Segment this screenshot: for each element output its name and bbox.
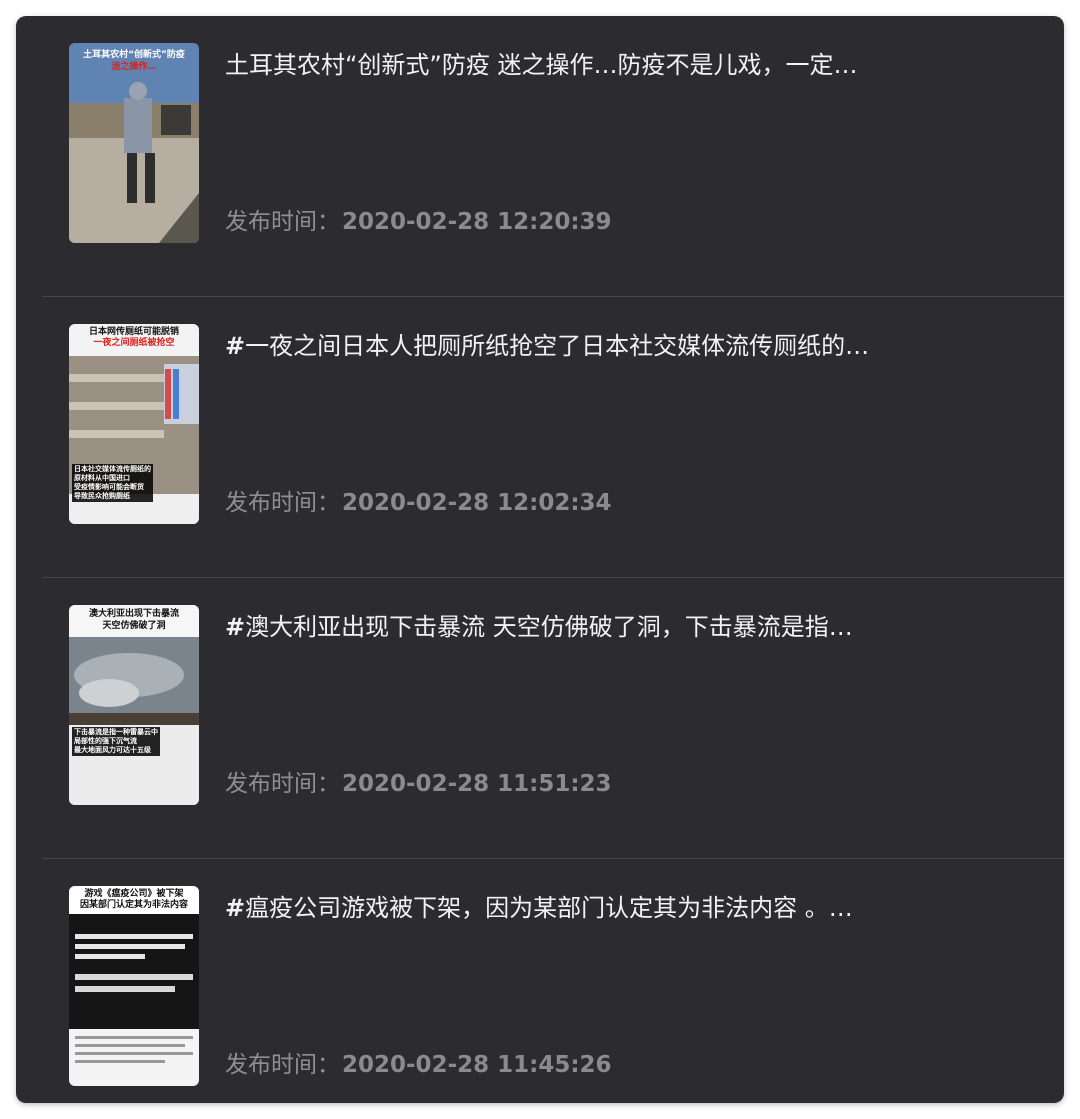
thumbnail-caption-red: 迷之操作… xyxy=(111,62,157,72)
list-item[interactable]: 土耳其农村“创新式”防疫 迷之操作… 土耳其农村“创新式”防疫 迷之操作…防疫不… xyxy=(16,16,1064,297)
thumbnail-image xyxy=(69,605,199,805)
video-title-text: 澳大利亚出现下击暴流 天空仿佛破了洞，下击暴流是指… xyxy=(245,613,853,641)
video-title[interactable]: #一夜之间日本人把厕所纸抢空了日本社交媒体流传厕纸的… xyxy=(225,329,1025,363)
video-title[interactable]: #澳大利亚出现下击暴流 天空仿佛破了洞，下击暴流是指… xyxy=(225,610,1025,644)
hashtag-mark: # xyxy=(225,894,246,922)
video-title[interactable]: #瘟疫公司游戏被下架，因为某部门认定其为非法内容 。… xyxy=(225,891,1025,925)
thumbnail-caption-2: 因某部门认定其为非法内容 xyxy=(79,900,188,910)
publish-time: 发布时间：2020-02-28 12:20:39 xyxy=(225,206,612,238)
video-title[interactable]: 土耳其农村“创新式”防疫 迷之操作…防疫不是儿戏，一定… xyxy=(225,48,1025,82)
publish-timestamp: 2020-02-28 11:51:23 xyxy=(342,771,612,797)
publish-label: 发布时间： xyxy=(225,209,340,235)
thumbnail-overlay-text: 下击暴流是指一种雷暴云中 局部性的强下沉气流 最大地面风力可达十五级 xyxy=(72,727,160,756)
video-title-text: 土耳其农村“创新式”防疫 迷之操作…防疫不是儿戏，一定… xyxy=(225,51,858,79)
publish-label: 发布时间： xyxy=(225,490,340,516)
hashtag-mark: # xyxy=(225,332,246,360)
publish-label: 发布时间： xyxy=(225,1052,340,1078)
video-thumbnail[interactable]: 游戏《瘟疫公司》被下架 因某部门认定其为非法内容 xyxy=(69,886,199,1086)
publish-timestamp: 2020-02-28 12:20:39 xyxy=(342,209,612,235)
video-thumbnail[interactable]: 澳大利亚出现下击暴流 天空仿佛破了洞 下击暴流是指一种雷暴云中 局部性的强下沉气… xyxy=(69,605,199,805)
publish-label: 发布时间： xyxy=(225,771,340,797)
publish-time: 发布时间：2020-02-28 11:45:26 xyxy=(225,1049,612,1081)
list-item[interactable]: 日本网传厕纸可能脱销 一夜之间厕纸被抢空 日本社交媒体流传厕纸的 原材料从中国进… xyxy=(16,297,1064,578)
video-title-text: 瘟疫公司游戏被下架，因为某部门认定其为非法内容 。… xyxy=(245,894,853,922)
list-item[interactable]: 游戏《瘟疫公司》被下架 因某部门认定其为非法内容 #瘟疫公司游戏被下架，因为某部… xyxy=(16,859,1064,1103)
list-item[interactable]: 澳大利亚出现下击暴流 天空仿佛破了洞 下击暴流是指一种雷暴云中 局部性的强下沉气… xyxy=(16,578,1064,859)
video-title-text: 一夜之间日本人把厕所纸抢空了日本社交媒体流传厕纸的… xyxy=(245,332,870,360)
publish-timestamp: 2020-02-28 11:45:26 xyxy=(342,1052,612,1078)
thumbnail-caption-red: 一夜之间厕纸被抢空 xyxy=(93,338,175,348)
thumbnail-caption-2: 天空仿佛破了洞 xyxy=(102,621,166,631)
video-thumbnail[interactable]: 土耳其农村“创新式”防疫 迷之操作… xyxy=(69,43,199,243)
publish-time: 发布时间：2020-02-28 11:51:23 xyxy=(225,768,612,800)
video-list-panel: 土耳其农村“创新式”防疫 迷之操作… 土耳其农村“创新式”防疫 迷之操作…防疫不… xyxy=(16,16,1064,1103)
publish-time: 发布时间：2020-02-28 12:02:34 xyxy=(225,487,612,519)
video-thumbnail[interactable]: 日本网传厕纸可能脱销 一夜之间厕纸被抢空 日本社交媒体流传厕纸的 原材料从中国进… xyxy=(69,324,199,524)
publish-timestamp: 2020-02-28 12:02:34 xyxy=(342,490,612,516)
hashtag-mark: # xyxy=(225,613,246,641)
thumbnail-image xyxy=(69,886,199,1086)
thumbnail-overlay-text: 日本社交媒体流传厕纸的 原材料从中国进口 受疫情影响可能会断货 导致民众抢购厕纸 xyxy=(72,464,153,502)
